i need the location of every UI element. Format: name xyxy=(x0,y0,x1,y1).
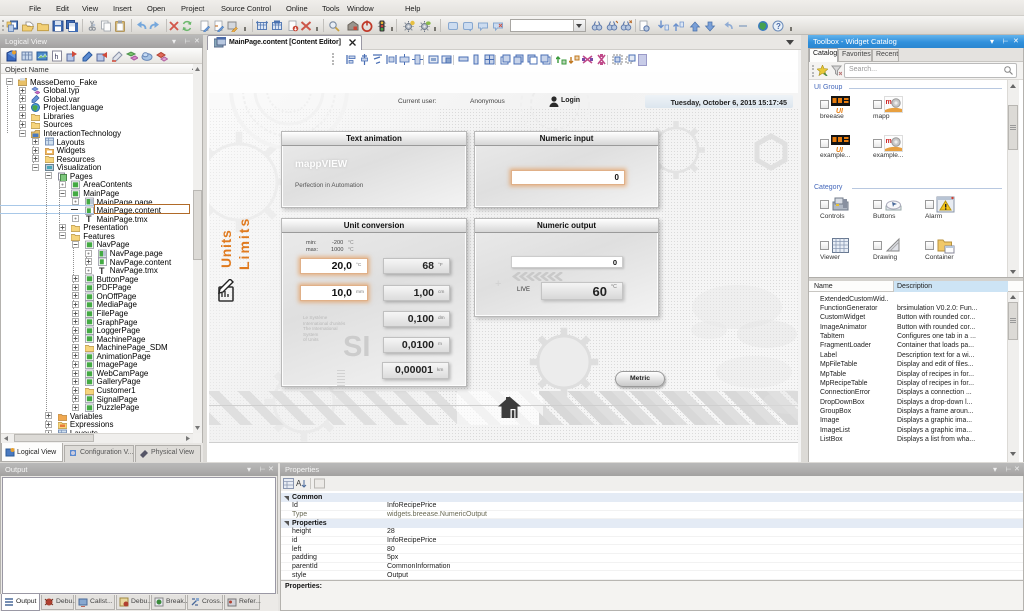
svg-text:m: m xyxy=(886,99,892,106)
svg-text:m: m xyxy=(886,138,892,145)
svg-text:T: T xyxy=(86,214,92,223)
svg-text:h: h xyxy=(55,54,59,61)
svg-text:T: T xyxy=(99,266,105,275)
svg-text:A: A xyxy=(296,479,302,488)
svg-text:?: ? xyxy=(776,22,781,31)
